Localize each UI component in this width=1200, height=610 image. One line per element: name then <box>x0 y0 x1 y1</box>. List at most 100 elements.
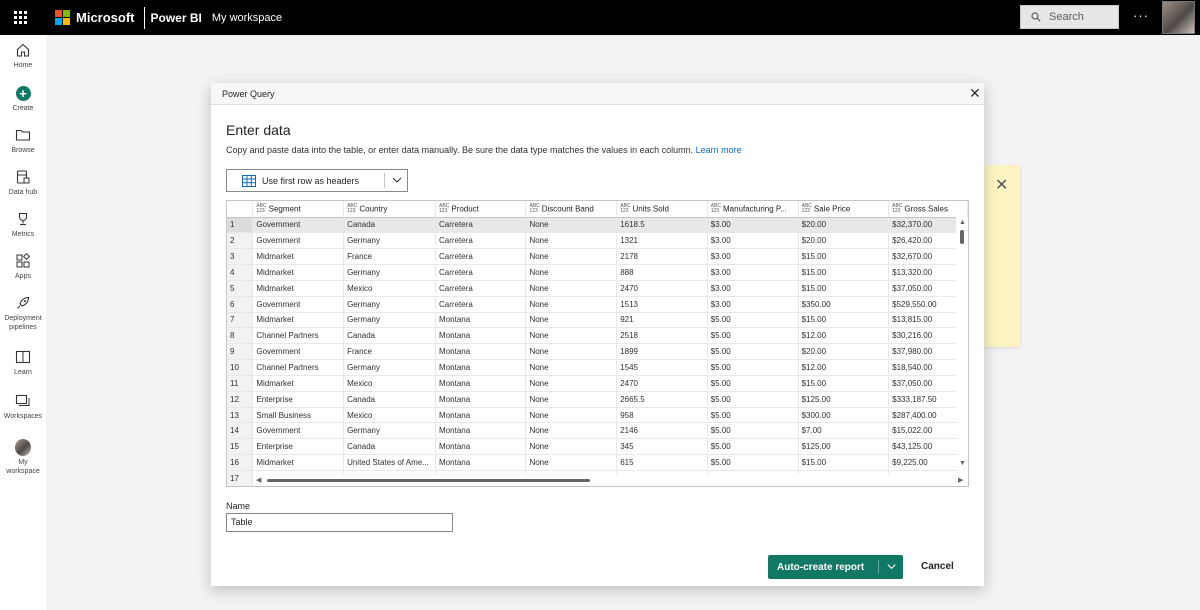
table-cell[interactable]: None <box>525 359 618 376</box>
table-cell[interactable]: None <box>525 327 618 345</box>
column-header[interactable]: ABC 123 Discount Band <box>525 201 618 218</box>
scroll-right-icon[interactable]: ▶ <box>958 476 963 484</box>
table-cell[interactable]: Carretera <box>435 232 527 250</box>
table-cell[interactable]: Carretera <box>435 296 527 313</box>
horizontal-scrollbar[interactable]: ◀ ▶ <box>253 474 968 486</box>
table-cell[interactable]: Government <box>252 296 345 313</box>
table-cell[interactable]: Government <box>252 232 345 250</box>
row-number[interactable]: 12 <box>227 391 254 408</box>
table-cell[interactable]: None <box>525 391 618 408</box>
row-number[interactable]: 2 <box>227 232 254 250</box>
table-cell[interactable]: Germany <box>343 359 437 376</box>
chevron-down-icon[interactable] <box>391 174 403 186</box>
row-number[interactable]: 4 <box>227 264 254 281</box>
table-cell[interactable]: $5.00 <box>707 438 799 456</box>
notification-close-icon[interactable]: ✕ <box>995 175 1008 195</box>
table-cell[interactable]: 921 <box>616 312 708 329</box>
table-cell[interactable]: $5.00 <box>707 422 799 440</box>
table-cell[interactable]: $300.00 <box>798 407 890 424</box>
table-cell[interactable]: 345 <box>616 438 708 456</box>
table-cell[interactable]: $5.00 <box>707 327 799 345</box>
table-cell[interactable]: $3.00 <box>707 280 799 297</box>
microsoft-logo[interactable]: Microsoft <box>55 10 135 25</box>
row-number[interactable]: 5 <box>227 280 254 297</box>
table-row[interactable]: 8 Channel Partners Canada Montana None 2518 $5… <box>227 327 968 345</box>
table-row[interactable]: 12 Enterprise Canada Montana None 2665.5 $5.00… <box>227 391 968 408</box>
table-row[interactable]: 7 Midmarket Germany Montana None 921 $5.00 $15.… <box>227 312 968 329</box>
table-cell[interactable]: Mexico <box>343 280 437 297</box>
column-header[interactable]: ABC 123 Product <box>435 201 527 218</box>
table-cell[interactable]: Enterprise <box>252 391 345 408</box>
table-cell[interactable]: $5.00 <box>707 407 799 424</box>
table-cell[interactable]: $5.00 <box>707 375 799 392</box>
table-cell[interactable]: 1545 <box>616 359 708 376</box>
table-cell[interactable]: Midmarket <box>252 375 345 392</box>
table-cell[interactable]: $15.00 <box>798 248 890 266</box>
data-entry-grid[interactable]: ABC 123 Segment ABC 123 Country ABC 123 Product A… <box>226 200 969 487</box>
table-cell[interactable]: $15.00 <box>798 264 890 281</box>
table-cell[interactable]: $3.00 <box>707 217 799 234</box>
column-header[interactable]: ABC 123 Segment <box>252 201 345 218</box>
vertical-scrollbar[interactable]: ▲ ▼ <box>956 217 968 475</box>
table-row[interactable]: 16 Midmarket United States of Ame... Montan… <box>227 454 968 471</box>
table-cell[interactable]: $3.00 <box>707 232 799 250</box>
breadcrumb-workspace[interactable]: My workspace <box>212 12 282 24</box>
table-cell[interactable]: $350.00 <box>798 296 890 313</box>
table-cell[interactable]: $5.00 <box>707 312 799 329</box>
row-number[interactable]: 3 <box>227 248 254 266</box>
table-cell[interactable]: Germany <box>343 232 437 250</box>
column-header[interactable]: ABC 123 Country <box>343 201 437 218</box>
table-cell[interactable]: $5.00 <box>707 391 799 408</box>
row-number[interactable]: 8 <box>227 327 254 345</box>
row-number[interactable]: 10 <box>227 359 254 376</box>
table-cell[interactable]: United States of Ame... <box>343 454 437 471</box>
app-name[interactable]: Power BI <box>151 11 202 25</box>
nav-workspaces[interactable]: Workspaces <box>0 393 46 421</box>
table-cell[interactable]: Montana <box>435 422 527 440</box>
table-cell[interactable]: $12.00 <box>798 359 890 376</box>
table-cell[interactable]: Carretera <box>435 280 527 297</box>
table-cell[interactable]: $15.00 <box>798 280 890 297</box>
column-header[interactable]: ABC 123 Manufacturing P... <box>707 201 799 218</box>
table-cell[interactable]: 2178 <box>616 248 708 266</box>
nav-metrics[interactable]: Metrics <box>0 211 46 239</box>
more-options-button[interactable]: ··· <box>1133 8 1149 23</box>
table-cell[interactable]: Mexico <box>343 375 437 392</box>
row-number[interactable]: 11 <box>227 375 254 392</box>
table-cell[interactable]: 1899 <box>616 343 708 361</box>
table-cell[interactable]: Government <box>252 217 345 234</box>
table-cell[interactable]: $125.00 <box>798 391 890 408</box>
chevron-down-icon[interactable] <box>886 561 897 572</box>
table-cell[interactable]: 1618.5 <box>616 217 708 234</box>
table-cell[interactable]: France <box>343 248 437 266</box>
table-cell[interactable]: $3.00 <box>707 264 799 281</box>
table-cell[interactable]: $5.00 <box>707 343 799 361</box>
table-cell[interactable]: Carretera <box>435 248 527 266</box>
table-cell[interactable]: $125.00 <box>798 438 890 456</box>
row-number[interactable]: 1 <box>227 217 254 234</box>
table-cell[interactable]: Carretera <box>435 264 527 281</box>
table-cell[interactable]: Midmarket <box>252 248 345 266</box>
table-cell[interactable]: $20.00 <box>798 232 890 250</box>
table-cell[interactable]: Midmarket <box>252 454 345 471</box>
data-type-any-icon[interactable]: ABC 123 <box>802 203 812 214</box>
table-cell[interactable]: $15.00 <box>798 454 890 471</box>
table-cell[interactable]: $20.00 <box>798 343 890 361</box>
row-number[interactable]: 6 <box>227 296 254 313</box>
table-cell[interactable]: Montana <box>435 407 527 424</box>
data-type-any-icon[interactable]: ABC 123 <box>892 203 902 214</box>
nav-apps[interactable]: Apps <box>0 253 46 281</box>
column-header[interactable]: ABC 123 Units Sold <box>616 201 708 218</box>
table-cell[interactable]: Canada <box>343 327 437 345</box>
table-row[interactable]: 13 Small Business Mexico Montana None 958 $5.0… <box>227 407 968 424</box>
table-cell[interactable]: $15.00 <box>798 312 890 329</box>
row-number[interactable]: 14 <box>227 422 254 440</box>
row-number[interactable]: 13 <box>227 407 254 424</box>
column-header[interactable]: ABC 123 Gross Sales <box>888 201 968 218</box>
data-type-any-icon[interactable]: ABC 123 <box>620 203 630 214</box>
table-cell[interactable]: Germany <box>343 264 437 281</box>
data-type-any-icon[interactable]: ABC 123 <box>439 203 449 214</box>
table-cell[interactable]: Enterprise <box>252 438 345 456</box>
table-row[interactable]: 1 Government Canada Carretera None 1618.5 $3.0… <box>227 217 968 234</box>
table-cell[interactable]: $3.00 <box>707 296 799 313</box>
